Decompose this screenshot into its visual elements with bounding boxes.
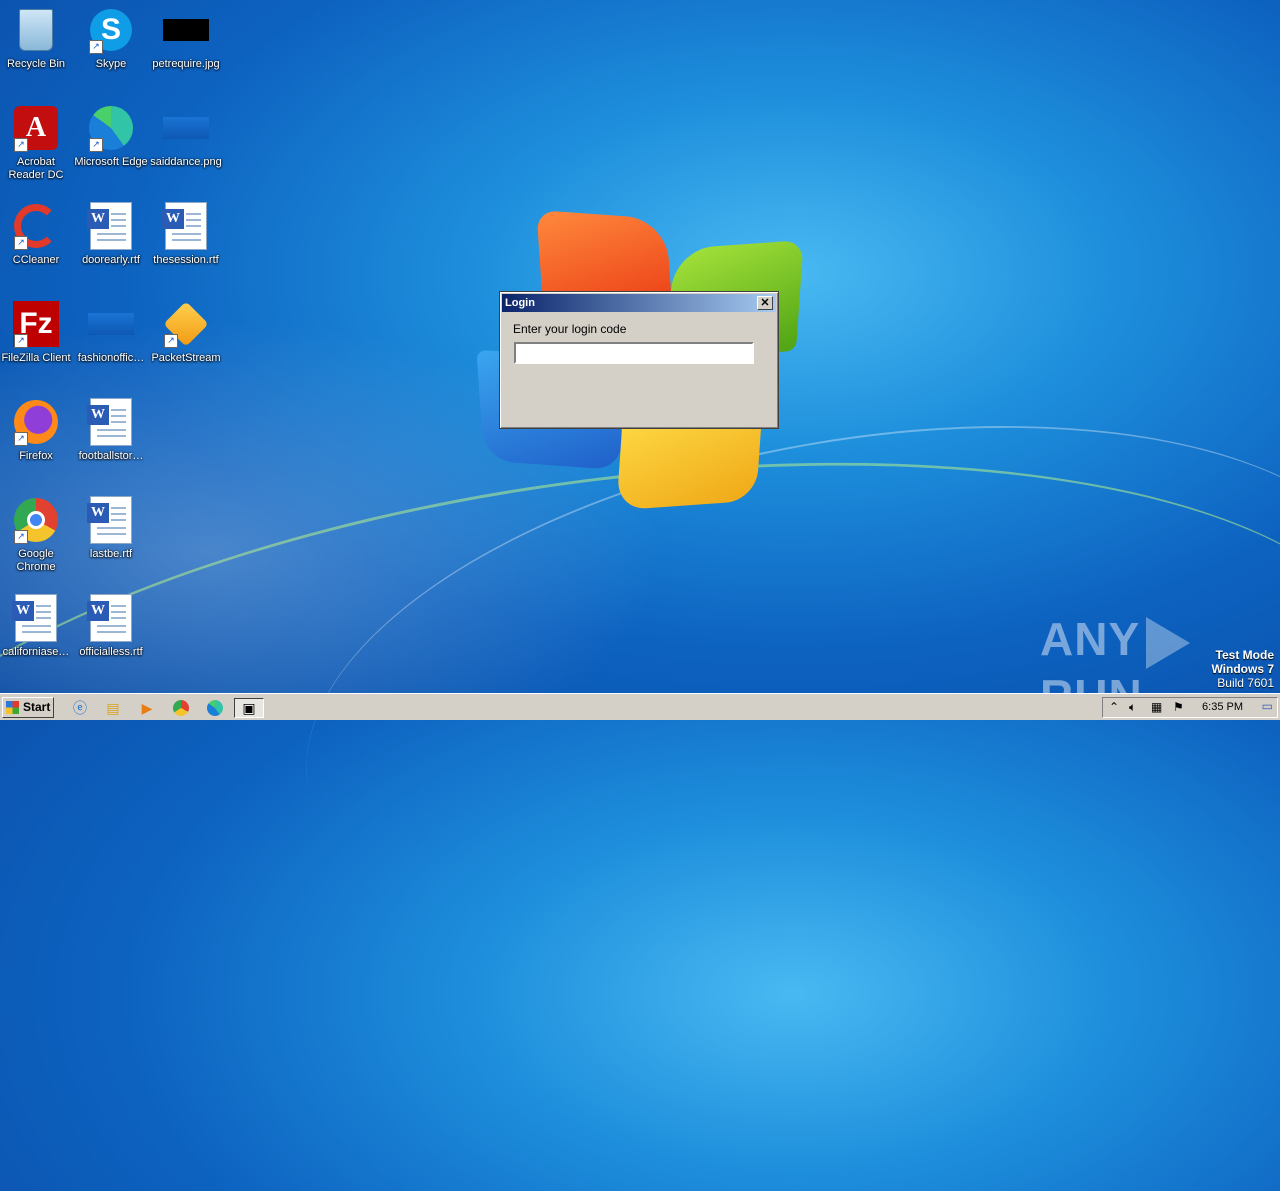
desktop-icon-filezilla[interactable]: Fz ↗ FileZilla Client [0, 300, 74, 365]
show-hidden-icons-icon[interactable]: ⌃ [1109, 700, 1119, 714]
desktop-icon-label: FileZilla Client [1, 352, 71, 364]
login-code-input[interactable] [514, 342, 754, 364]
desktop-icon-thesession[interactable]: W thesession.rtf [148, 202, 224, 267]
file-explorer-icon[interactable]: ▤ [103, 698, 123, 718]
test-mode-notice: Test Mode Windows 7 Build 7601 [1211, 648, 1274, 690]
desktop-icon-label: saiddance.png [150, 156, 222, 168]
start-button[interactable]: Start [2, 697, 54, 718]
test-mode-line: Test Mode [1215, 648, 1274, 662]
desktop-icon-packetstream[interactable]: ↗ PacketStream [148, 300, 224, 365]
windows-flag-icon [6, 701, 19, 714]
desktop-icon-petrequire[interactable]: petrequire.jpg [148, 6, 224, 71]
desktop-icon-recycle-bin[interactable]: Recycle Bin [0, 6, 74, 71]
volume-icon[interactable]: 🔈︎ [1129, 700, 1136, 715]
dialog-title: Login [505, 297, 535, 309]
desktop-icon-saiddance[interactable]: saiddance.png [148, 104, 224, 169]
desktop-icon-label: Skype [95, 58, 127, 70]
shortcut-arrow-icon: ↗ [14, 334, 28, 348]
desktop-icon-label: footballstor… [78, 450, 144, 462]
shortcut-arrow-icon: ↗ [14, 530, 28, 544]
word-doc-icon: W [12, 594, 57, 642]
desktop-icon-label: californiase… [2, 646, 70, 658]
desktop-icon-label: CCleaner [12, 254, 60, 266]
shortcut-arrow-icon: ↗ [164, 334, 178, 348]
show-desktop-icon[interactable]: ▭ [1262, 699, 1273, 713]
desktop-icon-chrome[interactable]: ↗ Google Chrome [0, 496, 74, 574]
shortcut-arrow-icon: ↗ [14, 432, 28, 446]
desktop-icon-label: thesession.rtf [153, 254, 219, 266]
play-logo-icon [1146, 616, 1191, 669]
desktop-icon-doorearly[interactable]: W doorearly.rtf [73, 202, 149, 267]
login-prompt-label: Enter your login code [513, 322, 627, 336]
desktop-icon-label: doorearly.rtf [82, 254, 140, 266]
desktop-icon-label: Acrobat Reader DC [8, 156, 64, 181]
build-line: Build 7601 [1217, 676, 1274, 690]
desktop-icon-label: PacketStream [151, 352, 221, 364]
desktop-icon-officialless[interactable]: W officialless.rtf [73, 594, 149, 659]
desktop-icon-firefox[interactable]: ↗ Firefox [0, 398, 74, 463]
start-label: Start [23, 700, 51, 714]
word-doc-icon: W [87, 594, 132, 642]
desktop-icon-label: Google Chrome [16, 548, 56, 573]
word-doc-icon: W [87, 496, 132, 544]
recycle-bin-icon [19, 9, 53, 51]
shortcut-arrow-icon: ↗ [89, 138, 103, 152]
desktop-icon-label: Firefox [19, 450, 53, 462]
desktop-icon-fashionoffic[interactable]: fashionoffic… [73, 300, 149, 365]
desktop-icon-skype[interactable]: S ↗ Skype [73, 6, 149, 71]
os-name-line: Windows 7 [1211, 662, 1274, 676]
internet-explorer-icon[interactable]: ⓔ [70, 698, 90, 718]
system-tray: ⌃ 🔈︎ ▦ ⚑ 6:35 PM ▭ [1102, 697, 1278, 718]
image-file-icon [163, 19, 209, 41]
desktop-icon-acrobat[interactable]: A ↗ Acrobat Reader DC [0, 104, 74, 182]
chrome-icon[interactable] [171, 698, 191, 718]
image-file-icon [88, 313, 134, 335]
dialog-titlebar[interactable]: Login ✕ [502, 294, 776, 312]
desktop-icon-label: officialless.rtf [79, 646, 143, 658]
desktop-icon-label: fashionoffic… [77, 352, 145, 364]
word-doc-icon: W [162, 202, 207, 250]
desktop-icon-footballstor[interactable]: W footballstor… [73, 398, 149, 463]
media-player-icon[interactable]: ▶ [137, 698, 157, 718]
clock[interactable]: 6:35 PM [1202, 701, 1243, 713]
close-button[interactable]: ✕ [757, 296, 773, 310]
watermark-brand-left: ANY [1040, 613, 1141, 665]
taskbar: Start ⓔ ▤ ▶ ▣ ⌃ 🔈︎ ▦ ⚑ 6:35 PM ▭ [0, 693, 1280, 720]
network-icon[interactable]: ▦ [1151, 700, 1162, 714]
desktop-icon-label: petrequire.jpg [152, 58, 220, 70]
desktop-icon-lastbe[interactable]: W lastbe.rtf [73, 496, 149, 561]
shortcut-arrow-icon: ↗ [14, 138, 28, 152]
desktop-icon-ccleaner[interactable]: ↗ CCleaner [0, 202, 74, 267]
word-doc-icon: W [87, 202, 132, 250]
desktop-icon-label: lastbe.rtf [89, 548, 133, 560]
edge-icon[interactable] [205, 698, 225, 718]
desktop-icon-edge[interactable]: ↗ Microsoft Edge [73, 104, 149, 169]
desktop-icon-label: Microsoft Edge [74, 156, 148, 168]
login-app-icon[interactable]: ▣ [234, 698, 264, 718]
login-dialog: Login ✕ Enter your login code [499, 291, 779, 429]
word-doc-icon: W [87, 398, 132, 446]
shortcut-arrow-icon: ↗ [89, 40, 103, 54]
action-center-flag-icon[interactable]: ⚑ [1173, 700, 1184, 714]
image-file-icon [163, 117, 209, 139]
desktop-icon-label: Recycle Bin [6, 58, 66, 70]
shortcut-arrow-icon: ↗ [14, 236, 28, 250]
desktop-icon-californiase[interactable]: W californiase… [0, 594, 74, 659]
